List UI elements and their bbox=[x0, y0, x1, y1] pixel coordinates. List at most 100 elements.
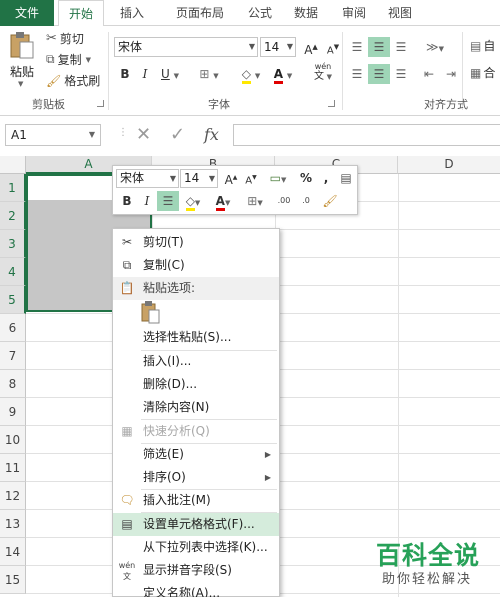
font-size-combo[interactable]: 14 ▼ bbox=[260, 37, 296, 57]
enter-icon[interactable]: ✓ bbox=[170, 124, 185, 146]
row-header-7[interactable]: 7 bbox=[0, 342, 26, 370]
menu-item-clear-contents[interactable]: 清除内容(N) bbox=[113, 396, 279, 419]
row-header-10[interactable]: 10 bbox=[0, 426, 26, 454]
wrap-text-button[interactable]: ▤ 自 bbox=[470, 37, 495, 54]
paste-option-button[interactable] bbox=[141, 301, 163, 327]
align-middle-button[interactable]: ☰ bbox=[368, 37, 390, 57]
row-header-14[interactable]: 14 bbox=[0, 538, 26, 566]
menu-item-format-cells[interactable]: ▤ 设置单元格格式(F)... bbox=[113, 513, 279, 536]
row-header-6[interactable]: 6 bbox=[0, 314, 26, 342]
row-header-11[interactable]: 11 bbox=[0, 454, 26, 482]
font-color-button[interactable]: A ▼ bbox=[268, 64, 298, 84]
row-header-2[interactable]: 2 bbox=[0, 202, 26, 230]
phonetic-char-icon: 文 bbox=[314, 71, 325, 82]
tab-home[interactable]: 开始 bbox=[58, 0, 104, 27]
paste-button[interactable]: 粘贴 ▼ bbox=[6, 32, 38, 92]
menu-item-sort[interactable]: 排序(O) ▶ bbox=[113, 466, 279, 489]
mini-format-painter-button[interactable]: 🖌 bbox=[319, 191, 341, 211]
chevron-down-icon: ▼ bbox=[257, 199, 263, 207]
decrease-indent-button[interactable]: ⇤ bbox=[418, 64, 440, 84]
row-header-5[interactable]: 5 bbox=[0, 286, 26, 314]
menu-item-cut[interactable]: ✂ 剪切(T) bbox=[113, 231, 279, 254]
row-header-9[interactable]: 9 bbox=[0, 398, 26, 426]
submenu-arrow-icon: ▶ bbox=[264, 473, 271, 482]
increase-indent-button[interactable]: ⇥ bbox=[440, 64, 462, 84]
mini-center-button[interactable]: ☰ bbox=[157, 191, 179, 211]
row-header-8[interactable]: 8 bbox=[0, 370, 26, 398]
row-header-3[interactable]: 3 bbox=[0, 230, 26, 258]
cut-button[interactable]: ✂ 剪切 bbox=[46, 30, 84, 47]
merge-center-button[interactable]: ▦ 合 bbox=[470, 64, 495, 81]
italic-button[interactable]: I bbox=[134, 64, 156, 84]
menu-item-copy[interactable]: ⧉ 复制(C) bbox=[113, 254, 279, 277]
tab-review[interactable]: 审阅 bbox=[334, 0, 374, 26]
orientation-button[interactable]: ≫▼ bbox=[420, 37, 450, 57]
menu-item-insert-comment[interactable]: 🗨 插入批注(M) bbox=[113, 489, 279, 512]
underline-button[interactable]: U ▼ bbox=[156, 64, 184, 84]
mini-number-format-button[interactable]: ▭▼ bbox=[261, 168, 295, 188]
align-top-button[interactable]: ☰ bbox=[346, 37, 368, 57]
mini-fill-color-button[interactable]: ◇▼ bbox=[179, 191, 207, 211]
menu-header-paste-options: 📋 粘贴选项: bbox=[113, 277, 279, 300]
menu-item-label: 删除(D)... bbox=[143, 377, 198, 391]
grow-font-button[interactable]: A▲ bbox=[300, 37, 322, 57]
mini-grow-font-button[interactable]: A▲ bbox=[221, 168, 241, 188]
mini-shrink-font-button[interactable]: A▼ bbox=[241, 168, 261, 188]
copy-button[interactable]: ⧉ 复制 ▼ bbox=[46, 51, 91, 68]
formula-input[interactable] bbox=[233, 124, 500, 146]
formula-bar-grip[interactable]: ⋮ bbox=[118, 127, 128, 138]
dialog-launcher-icon[interactable] bbox=[328, 100, 335, 107]
row-header-4[interactable]: 4 bbox=[0, 258, 26, 286]
mini-font-name-combo[interactable]: 宋体 ▼ bbox=[116, 169, 179, 188]
phonetic-button[interactable]: wén 文 ▼ bbox=[308, 62, 338, 82]
mini-format-table-button[interactable]: ▤ bbox=[335, 168, 357, 188]
chevron-down-icon: ▼ bbox=[248, 42, 255, 51]
insert-function-button[interactable]: fx bbox=[204, 124, 219, 146]
align-right-button[interactable]: ☰ bbox=[390, 64, 412, 84]
submenu-arrow-icon: ▶ bbox=[264, 450, 271, 459]
row-header-15[interactable]: 15 bbox=[0, 566, 26, 594]
align-center-button[interactable]: ☰ bbox=[368, 64, 390, 84]
tab-data[interactable]: 数据 bbox=[286, 0, 326, 26]
menu-item-insert[interactable]: 插入(I)... bbox=[113, 350, 279, 373]
menu-item-filter[interactable]: 筛选(E) ▶ bbox=[113, 443, 279, 466]
align-left-button[interactable]: ☰ bbox=[346, 64, 368, 84]
row-header-12[interactable]: 12 bbox=[0, 482, 26, 510]
mini-comma-button[interactable]: , bbox=[315, 168, 337, 188]
mini-decrease-decimal-button[interactable]: .0 bbox=[295, 191, 317, 211]
fill-color-button[interactable]: ◇ ▼ bbox=[236, 64, 266, 84]
shrink-font-button[interactable]: A▼ bbox=[322, 37, 344, 57]
mini-bold-button[interactable]: B bbox=[116, 191, 138, 211]
mini-font-color-button[interactable]: A▼ bbox=[209, 191, 237, 211]
menu-item-show-phonetic[interactable]: wén 文 显示拼音字段(S) bbox=[113, 559, 279, 582]
borders-button[interactable]: ⊞ ▼ bbox=[194, 64, 224, 84]
font-name-combo[interactable]: 宋体 ▼ bbox=[114, 37, 258, 57]
dialog-launcher-icon[interactable] bbox=[97, 100, 104, 107]
tab-view[interactable]: 视图 bbox=[380, 0, 420, 26]
format-painter-button[interactable]: 🖌 格式刷 bbox=[46, 72, 100, 89]
row-header-13[interactable]: 13 bbox=[0, 510, 26, 538]
row-header-1[interactable]: 1 bbox=[0, 174, 26, 202]
tab-formulas[interactable]: 公式 bbox=[240, 0, 280, 26]
cancel-icon[interactable]: ✕ bbox=[136, 124, 151, 146]
tab-insert[interactable]: 插入 bbox=[112, 0, 152, 26]
menu-item-define-name[interactable]: 定义名称(A)... bbox=[113, 582, 279, 597]
align-bottom-button[interactable]: ☰ bbox=[390, 37, 412, 57]
menu-item-label: 选择性粘贴(S)... bbox=[143, 330, 232, 344]
mini-font-size-combo[interactable]: 14 ▼ bbox=[180, 169, 218, 188]
menu-item-pick-from-list[interactable]: 从下拉列表中选择(K)... bbox=[113, 536, 279, 559]
menu-item-delete[interactable]: 删除(D)... bbox=[113, 373, 279, 396]
mini-borders-button[interactable]: ⊞▼ bbox=[241, 191, 269, 211]
select-all-corner[interactable] bbox=[0, 156, 26, 174]
tab-page-layout[interactable]: 页面布局 bbox=[160, 0, 240, 26]
column-header-d[interactable]: D bbox=[398, 156, 500, 174]
bold-button[interactable]: B bbox=[114, 64, 136, 84]
menu-item-paste-special[interactable]: 选择性粘贴(S)... bbox=[113, 326, 279, 349]
mini-italic-button[interactable]: I bbox=[136, 191, 158, 211]
paste-icon bbox=[141, 301, 160, 324]
mini-increase-decimal-button[interactable]: .00 bbox=[273, 191, 295, 211]
chevron-down-icon: ▼ bbox=[254, 72, 261, 80]
mini-percent-button[interactable]: % bbox=[295, 168, 317, 188]
name-box[interactable]: A1 ▼ bbox=[5, 124, 101, 146]
tab-file[interactable]: 文件 bbox=[0, 0, 54, 26]
